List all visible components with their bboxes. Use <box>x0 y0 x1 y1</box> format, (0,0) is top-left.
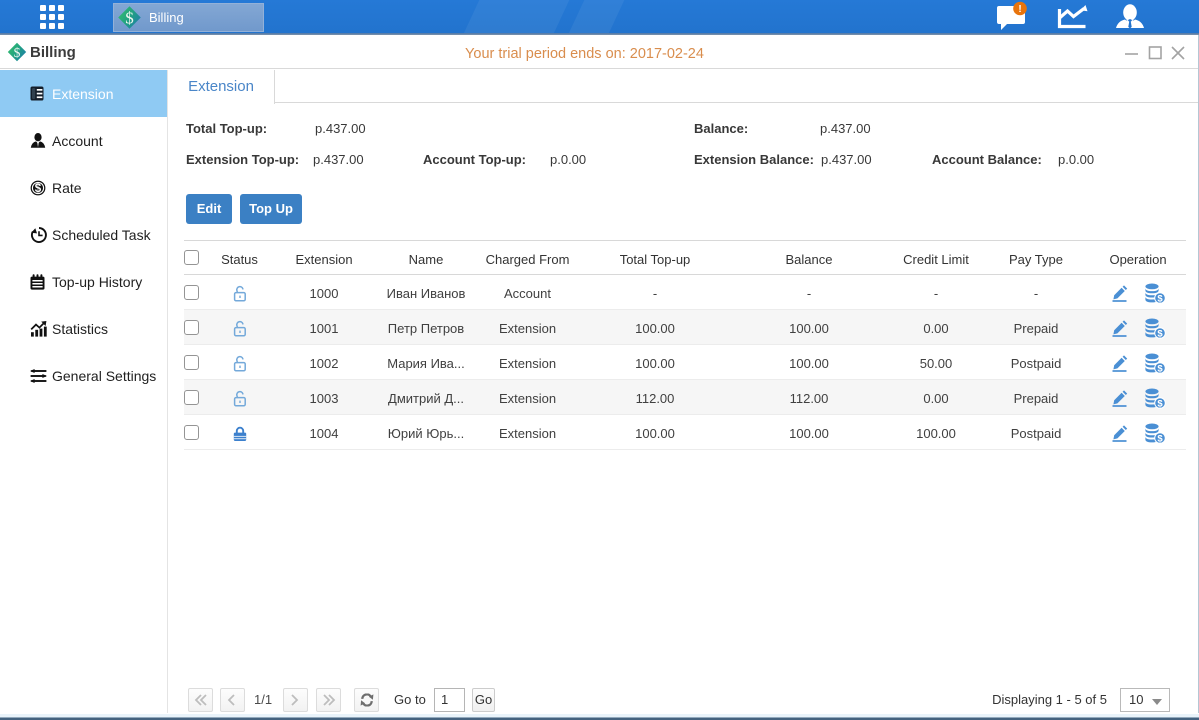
svg-text:!: ! <box>1018 4 1021 15</box>
svg-text:$: $ <box>1157 294 1163 304</box>
svg-text:$: $ <box>1157 329 1163 339</box>
svg-text:$: $ <box>1157 364 1163 374</box>
svg-text:$: $ <box>125 9 134 28</box>
svg-text:$: $ <box>35 183 42 195</box>
svg-text:$: $ <box>1157 434 1163 444</box>
svg-text:$: $ <box>1157 399 1163 409</box>
